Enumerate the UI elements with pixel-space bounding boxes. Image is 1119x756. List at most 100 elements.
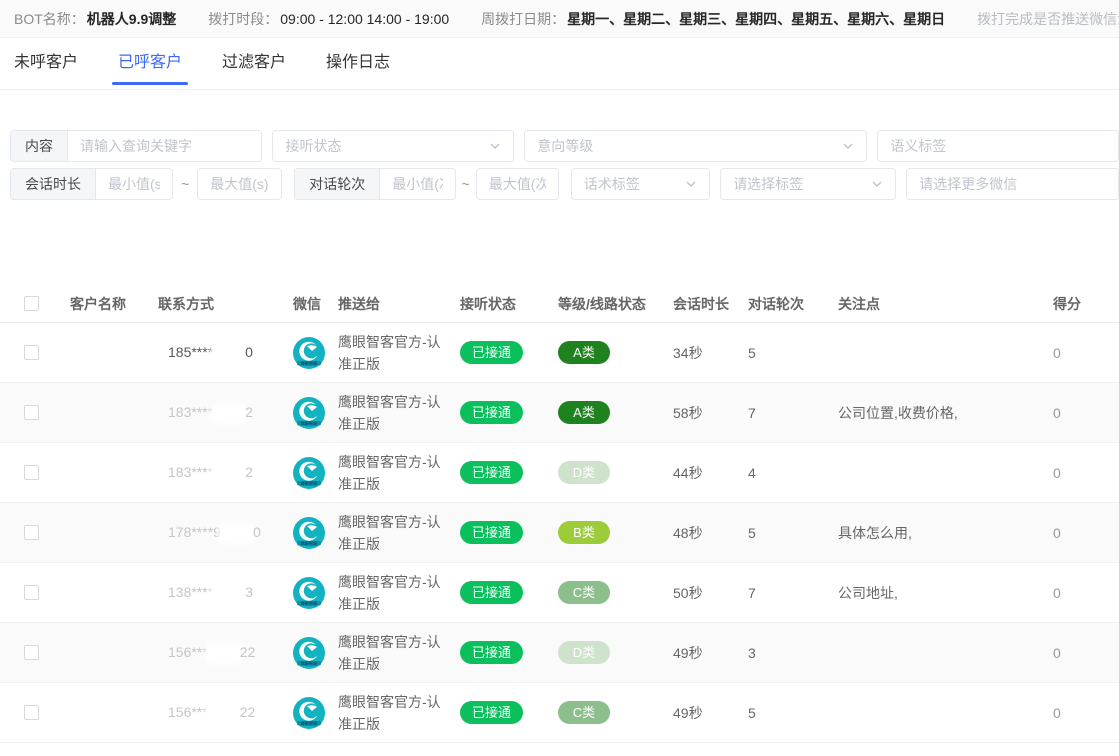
phone-redaction [213, 346, 245, 361]
phone-suffix: 3 [245, 584, 253, 600]
focus-cell [830, 469, 1045, 477]
pushed-to-cell: 鹰眼智客官方-认准正版 [330, 447, 452, 499]
customer-name-cell [62, 409, 150, 417]
score-cell: 0 [1045, 581, 1119, 605]
svg-text:鹰眼智客: 鹰眼智客 [301, 720, 319, 727]
row-checkbox[interactable] [24, 465, 39, 480]
pushed-to-cell: 鹰眼智客官方-认准正版 [330, 567, 452, 619]
customer-name-cell [62, 529, 150, 537]
row-checkbox[interactable] [24, 525, 39, 540]
phone-suffix: 0 [253, 524, 261, 540]
table-row[interactable]: 185****0 鹰眼智客 鹰眼智客官方-认准正版 已接通 A类 34秒 5 0 [0, 323, 1119, 383]
duration-min-input[interactable] [96, 169, 172, 199]
table-row[interactable]: 183****2 鹰眼智客 鹰眼智客官方-认准正版 已接通 D类 44秒 4 0 [0, 443, 1119, 503]
chevron-down-icon [489, 140, 501, 152]
level-cell: C类 [550, 697, 665, 728]
level-cell: D类 [550, 457, 665, 488]
dial-time-value: 09:00 - 12:00 14:00 - 19:00 [280, 11, 449, 27]
col-listen-status: 接听状态 [452, 290, 550, 318]
semantic-tag-input[interactable] [877, 130, 1119, 162]
table-row[interactable]: 178****90 鹰眼智客 鹰眼智客官方-认准正版 已接通 B类 48秒 5 … [0, 503, 1119, 563]
script-tag-select[interactable]: 话术标签 [571, 168, 710, 200]
wechat-avatar-icon: 鹰眼智客 [293, 637, 325, 669]
svg-text:鹰眼智客: 鹰眼智客 [301, 660, 319, 667]
phone-prefix: 138**** [168, 584, 213, 600]
level-cell: C类 [550, 577, 665, 608]
customer-name-cell [62, 589, 150, 597]
select-all-checkbox[interactable] [24, 296, 39, 311]
wechat-avatar-icon: 鹰眼智客 [293, 457, 325, 489]
listen-status-cell: 已接通 [452, 337, 550, 368]
wechat-cell: 鹰眼智客 [285, 513, 330, 553]
listen-status-select[interactable]: 接听状态 [272, 130, 514, 162]
content-keyword-input[interactable] [68, 131, 261, 161]
phone-redaction [221, 526, 253, 541]
col-focus: 关注点 [830, 290, 1045, 318]
dial-time-group: 拨打时段： 09:00 - 12:00 14:00 - 19:00 [208, 9, 449, 29]
phone-cell: 156***22 [150, 700, 285, 725]
level-badge: B类 [558, 521, 610, 544]
row-checkbox[interactable] [24, 705, 39, 720]
score-cell: 0 [1045, 341, 1119, 365]
table-row[interactable]: 138**** 3 鹰眼智客 鹰眼智客官方-认准正版 已接通 C类 50秒 7 公… [0, 563, 1119, 623]
push-wechat-group: 拨打完成是否推送微信消 [977, 9, 1119, 29]
tab-filtered[interactable]: 过滤客户 [222, 38, 286, 90]
wechat-cell: 鹰眼智客 [285, 453, 330, 493]
level-cell: D类 [550, 637, 665, 668]
called-customers-table: 客户名称 联系方式 微信 推送给 接听状态 等级/线路状态 会话时长 对话轮次 … [0, 285, 1119, 743]
wechat-avatar-icon: 鹰眼智客 [293, 517, 325, 549]
weekday-group: 周拨打日期： 星期一、星期二、星期三、星期四、星期五、星期六、星期日 [481, 9, 945, 29]
score-cell: 0 [1045, 521, 1119, 545]
row-checkbox[interactable] [24, 585, 39, 600]
wechat-cell: 鹰眼智客 [285, 633, 330, 673]
phone-cell: 178****90 [150, 520, 285, 545]
duration-cell: 49秒 [665, 699, 740, 727]
customer-name-cell [62, 469, 150, 477]
row-checkbox[interactable] [24, 645, 39, 660]
rounds-max-input[interactable] [476, 168, 559, 200]
intent-level-select[interactable]: 意向等级 [524, 130, 867, 162]
pushed-to-cell: 鹰眼智客官方-认准正版 [330, 327, 452, 379]
col-level: 等级/线路状态 [550, 290, 665, 318]
row-checkbox[interactable] [24, 345, 39, 360]
table-row[interactable]: 183****2 鹰眼智客 鹰眼智客官方-认准正版 已接通 A类 58秒 7 公… [0, 383, 1119, 443]
score-cell: 0 [1045, 401, 1119, 425]
tab-operation-log[interactable]: 操作日志 [326, 38, 390, 90]
col-score: 得分 [1045, 290, 1119, 318]
focus-cell: 公司地址, [830, 579, 1045, 607]
duration-max-input[interactable] [197, 168, 282, 200]
listen-status-badge: 已接通 [460, 341, 523, 364]
rounds-label: 对话轮次 [295, 169, 380, 199]
bot-name-value: 机器人9.9调整 [87, 9, 176, 29]
svg-text:鹰眼智客: 鹰眼智客 [301, 420, 319, 427]
duration-cell: 48秒 [665, 519, 740, 547]
row-checkbox[interactable] [24, 405, 39, 420]
listen-status-badge: 已接通 [460, 581, 523, 604]
tilde-separator: ~ [462, 176, 470, 192]
rounds-cell: 4 [740, 461, 830, 485]
focus-cell [830, 709, 1045, 717]
filter-row-2: 会话时长 ~ 对话轮次 ~ 话术标签 请选择标签 [10, 168, 1119, 200]
more-wechat-input[interactable] [906, 168, 1119, 200]
bot-info-bar: BOT名称： 机器人9.9调整 拨打时段： 09:00 - 12:00 14:0… [0, 0, 1119, 38]
table-row[interactable]: 156***22 鹰眼智客 鹰眼智客官方-认准正版 已接通 D类 49秒 3 0 [0, 623, 1119, 683]
filter-row-1: 内容 接听状态 意向等级 [10, 130, 1119, 162]
score-cell: 0 [1045, 701, 1119, 725]
tab-called[interactable]: 已呼客户 [118, 38, 182, 90]
select-tag-select[interactable]: 请选择标签 [720, 168, 896, 200]
pushed-to-cell: 鹰眼智客官方-认准正版 [330, 687, 452, 739]
content-filter: 内容 [10, 130, 262, 162]
duration-cell: 50秒 [665, 579, 740, 607]
wechat-avatar-icon: 鹰眼智客 [293, 697, 325, 729]
score-cell: 0 [1045, 641, 1119, 665]
tab-uncalled[interactable]: 未呼客户 [14, 38, 78, 90]
table-row[interactable]: 156***22 鹰眼智客 鹰眼智客官方-认准正版 已接通 C类 49秒 5 0 [0, 683, 1119, 743]
rounds-min-input[interactable] [380, 169, 454, 199]
dial-time-label: 拨打时段： [208, 9, 278, 29]
svg-text:鹰眼智客: 鹰眼智客 [301, 600, 319, 607]
phone-prefix: 156*** [168, 704, 208, 720]
rounds-cell: 7 [740, 581, 830, 605]
level-badge: C类 [558, 581, 610, 604]
phone-redaction [208, 706, 240, 721]
chevron-down-icon [871, 178, 883, 190]
